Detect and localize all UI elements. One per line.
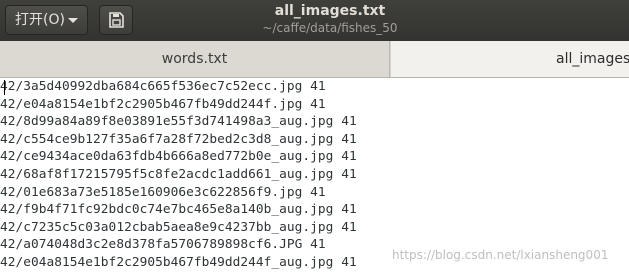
header-bar: 打开(O) all_images.txt ~/caffe/data/fishes…: [0, 0, 629, 41]
save-button[interactable]: [99, 5, 133, 35]
text-line: 42/8d99a84a89f8e03891e55f3d741498a3_aug.…: [0, 114, 357, 130]
text-cursor: [4, 80, 5, 95]
chevron-down-icon: [68, 18, 78, 23]
window-title: all_images.txt: [274, 3, 386, 19]
text-editor[interactable]: 42/3a5d40992dba684c665f536ec7c52ecc.jpg …: [0, 78, 629, 274]
open-button-label: 打开(O): [15, 12, 65, 28]
text-line: 42/c554ce9b127f35a6f7a28f72bed2c3d8_aug.…: [0, 131, 357, 147]
tab-all-images[interactable]: all_images: [391, 41, 629, 77]
text-line: 42/e04a8154e1bf2c2905b467fb49dd244f.jpg …: [0, 96, 326, 112]
text-line: 42/c7235c5c03a012cbab5aea8e9c4237bb_aug.…: [0, 219, 357, 235]
text-line: 42/68af8f17215795f5c8fe2acdc1add661_aug.…: [0, 166, 357, 182]
watermark: https://blog.csdn.net/lxiansheng001: [392, 248, 609, 262]
open-button[interactable]: 打开(O): [5, 5, 88, 35]
tab-all-images-label: all_images: [556, 51, 629, 67]
tab-words-txt[interactable]: words.txt: [0, 41, 390, 77]
window-subtitle: ~/caffe/data/fishes_50: [262, 21, 398, 35]
text-line: 42/3a5d40992dba684c665f536ec7c52ecc.jpg …: [0, 79, 326, 94]
text-line: 42/01e683a73e5185e160906e3c622856f9.jpg …: [0, 184, 326, 200]
text-line: 42/ce9434ace0da63fdb4b666a8ed772b0e_aug.…: [0, 149, 357, 165]
save-icon: [109, 12, 124, 28]
tab-bar: words.txt all_images: [0, 41, 629, 78]
text-line: 42/f9b4f71fc92bdc0c74e7bc465e8a140b_aug.…: [0, 202, 357, 218]
